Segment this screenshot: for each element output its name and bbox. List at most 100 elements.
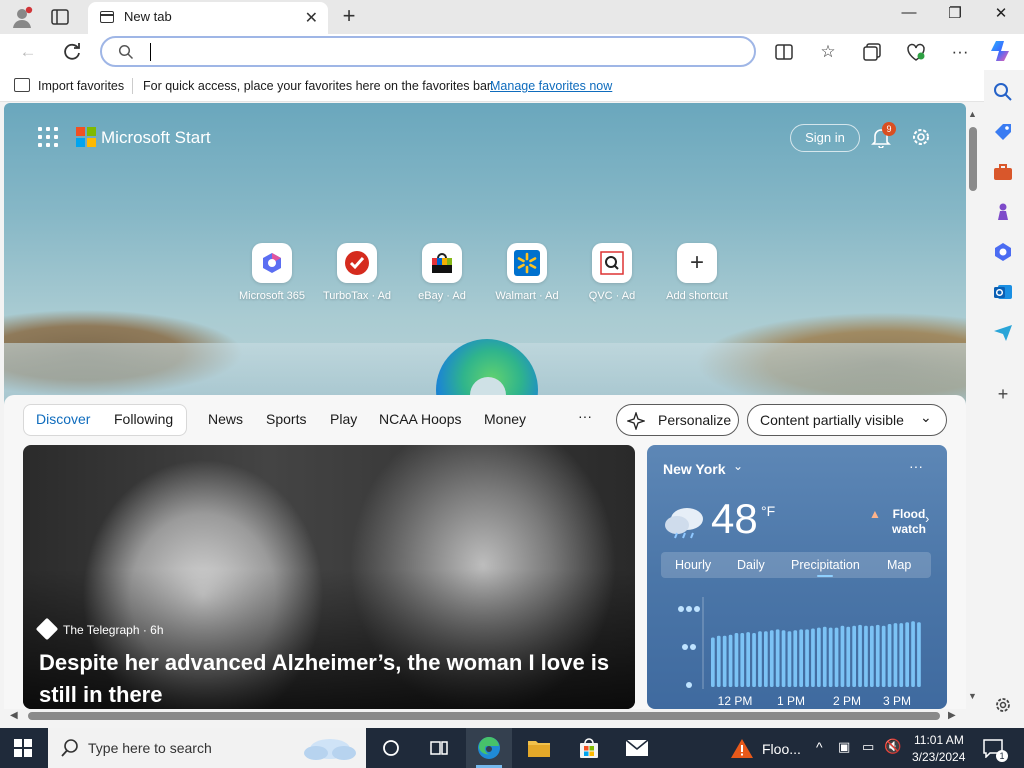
feed-navigation: Discover Following News Sports Play NCAA… <box>4 395 966 443</box>
app-launcher-icon[interactable] <box>38 127 58 147</box>
content-visibility-dropdown[interactable]: Content partially visible ⌄ <box>747 404 947 436</box>
minimize-button[interactable]: — <box>886 4 932 21</box>
tab-ncaa-hoops[interactable]: NCAA Hoops <box>379 411 461 427</box>
page-settings-icon[interactable] <box>910 126 932 148</box>
tools-briefcase-icon[interactable] <box>992 161 1014 183</box>
tab-discover[interactable]: Discover <box>36 411 90 427</box>
sidebar-search-icon[interactable] <box>992 81 1014 103</box>
shortcut-ebay[interactable]: eBay · Ad <box>404 243 480 302</box>
back-icon[interactable]: ← <box>16 40 40 64</box>
precipitation-bar <box>905 622 909 687</box>
brand-title[interactable]: Microsoft Start <box>101 128 211 148</box>
more-tabs-button[interactable]: ··· <box>578 408 592 424</box>
refresh-icon[interactable] <box>60 40 84 64</box>
tab-sports[interactable]: Sports <box>266 411 306 427</box>
sidebar-settings-icon[interactable] <box>992 694 1014 716</box>
scroll-right-icon[interactable]: ▶ <box>948 710 956 721</box>
tab-following[interactable]: Following <box>114 411 173 427</box>
precipitation-bar <box>893 623 898 687</box>
chevron-down-icon[interactable]: ⌄ <box>733 459 743 473</box>
clock-date[interactable]: 3/23/2024 <box>912 750 965 764</box>
scroll-up-icon[interactable]: ▲ <box>968 109 977 119</box>
article-headline[interactable]: Despite her advanced Alzheimer’s, the wo… <box>39 647 629 709</box>
tab-money[interactable]: Money <box>484 411 526 427</box>
scroll-down-icon[interactable]: ▼ <box>968 691 977 701</box>
drop-send-icon[interactable] <box>992 321 1014 343</box>
tab-actions-icon[interactable] <box>50 7 70 27</box>
precipitation-bar <box>734 633 739 687</box>
close-window-button[interactable]: ✕ <box>978 4 1024 22</box>
collections-icon[interactable] <box>860 40 884 64</box>
shopping-tag-icon[interactable] <box>992 121 1014 143</box>
meet-now-icon[interactable]: ▣ <box>838 739 850 755</box>
shortcut-qvc[interactable]: QVC · Ad <box>574 243 650 302</box>
close-tab-icon[interactable]: ✕ <box>305 8 318 28</box>
favorites-icon[interactable]: ☆ <box>816 40 840 64</box>
weather-alert-text[interactable]: Floo... <box>762 741 801 757</box>
split-screen-icon[interactable] <box>772 40 796 64</box>
vertical-scrollbar[interactable]: ▲ ▼ <box>966 103 980 709</box>
microsoft-365-icon[interactable] <box>992 241 1014 263</box>
time-axis-label: 1 PM <box>777 694 805 708</box>
task-view-cortana-icon[interactable] <box>368 728 414 768</box>
network-icon[interactable]: ▭ <box>862 739 874 755</box>
horizontal-scrollbar[interactable]: ◀ ▶ <box>4 709 966 723</box>
tab-new-tab[interactable]: New tab ✕ <box>88 2 328 34</box>
import-favorites-button[interactable]: Import favorites <box>38 79 124 93</box>
more-options-icon[interactable]: ··· <box>909 458 923 474</box>
more-options-icon[interactable]: ··· <box>948 40 972 64</box>
tab-news[interactable]: News <box>208 411 243 427</box>
content-feed: Discover Following News Sports Play NCAA… <box>4 395 966 709</box>
restore-button[interactable]: ❐ <box>932 4 978 22</box>
clock-time[interactable]: 11:01 AM <box>914 733 964 747</box>
add-sidebar-app-icon[interactable]: + <box>992 383 1014 405</box>
favorites-bar: Import favorites For quick access, place… <box>0 70 1024 102</box>
hero-article-card[interactable]: The Telegraph · 6h Despite her advanced … <box>23 445 635 709</box>
windows-taskbar: Type here to search Floo... ^ ▣ ▭ 🔇 11:0… <box>0 728 1024 768</box>
sign-in-button[interactable]: Sign in <box>790 124 860 152</box>
tab-hourly[interactable]: Hourly <box>675 558 711 572</box>
add-shortcut-button[interactable]: + Add shortcut <box>659 243 735 302</box>
chevron-down-icon: ⌄ <box>920 409 932 425</box>
scrollbar-thumb[interactable] <box>28 712 940 720</box>
shortcut-walmart[interactable]: Walmart · Ad <box>489 243 565 302</box>
volume-muted-icon[interactable]: 🔇 <box>884 738 901 755</box>
copilot-icon[interactable] <box>988 38 1014 64</box>
personalize-button[interactable]: Personalize <box>616 404 739 436</box>
precipitation-bar <box>722 635 727 687</box>
manage-favorites-link[interactable]: Manage favorites now <box>490 79 612 93</box>
precipitation-bar <box>811 628 815 687</box>
shortcut-turbotax[interactable]: TurboTax · Ad <box>319 243 395 302</box>
scroll-left-icon[interactable]: ◀ <box>10 710 18 721</box>
search-icon <box>61 739 78 757</box>
task-view-icon[interactable] <box>416 728 462 768</box>
mail-icon[interactable] <box>614 728 660 768</box>
address-bar[interactable] <box>100 36 756 67</box>
tab-daily[interactable]: Daily <box>737 558 765 572</box>
precip-intensity-legend <box>678 606 700 688</box>
tab-precipitation[interactable]: Precipitation <box>791 558 860 572</box>
microsoft-store-icon[interactable] <box>566 728 612 768</box>
tab-map[interactable]: Map <box>887 558 911 572</box>
favorites-bar-message: For quick access, place your favorites h… <box>143 79 494 93</box>
flood-warning-icon[interactable] <box>730 737 754 759</box>
outlook-icon[interactable] <box>992 281 1014 303</box>
taskbar-search-box[interactable]: Type here to search <box>48 728 366 768</box>
windows-start-icon[interactable] <box>14 739 32 757</box>
precipitation-bar <box>758 631 762 687</box>
tab-play[interactable]: Play <box>330 411 357 427</box>
file-explorer-icon[interactable] <box>516 728 562 768</box>
chevron-right-icon[interactable]: › <box>925 511 929 526</box>
edge-taskbar-icon[interactable] <box>466 728 512 768</box>
precipitation-bar <box>817 627 821 687</box>
new-tab-button[interactable]: + <box>338 3 360 29</box>
notification-count-badge: 1 <box>996 750 1008 762</box>
shortcut-microsoft-365[interactable]: Microsoft 365 <box>234 243 310 302</box>
weather-location[interactable]: New York <box>663 461 726 477</box>
content-visibility-label: Content partially visible <box>760 412 904 428</box>
scrollbar-thumb[interactable] <box>969 127 977 191</box>
show-hidden-icons-chevron-icon[interactable]: ^ <box>816 739 823 755</box>
games-chess-icon[interactable] <box>992 201 1014 223</box>
profile-icon[interactable] <box>10 5 34 29</box>
browser-essentials-icon[interactable] <box>904 40 928 64</box>
